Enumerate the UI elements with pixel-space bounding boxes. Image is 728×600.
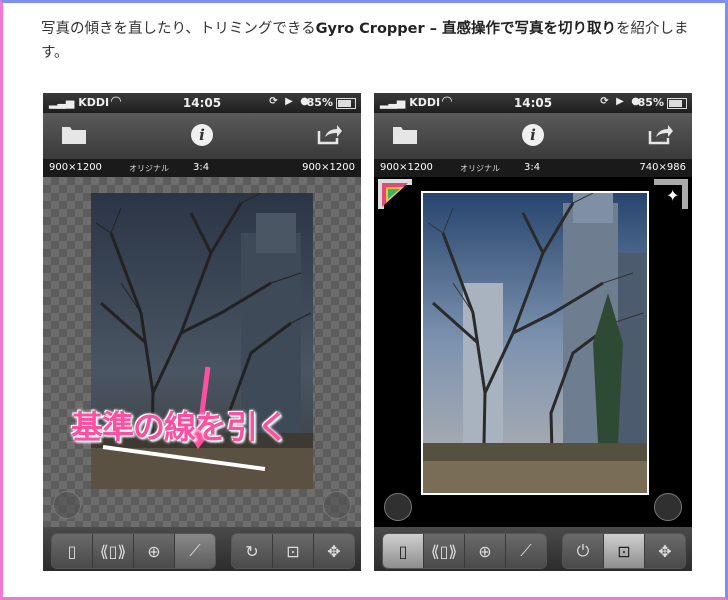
battery-percent: 85% bbox=[637, 96, 664, 109]
app-name[interactable]: Gyro Cropper – 直感操作で写真を切り取り bbox=[316, 21, 616, 37]
move-icon[interactable]: ✥ bbox=[314, 534, 354, 568]
tool-group-left: ▯ ⟪▯⟫ ⊕ ⟋ bbox=[382, 533, 547, 569]
info-bar: 900×1200 オリジナル 3:4 740×986 bbox=[374, 159, 692, 177]
gyro-icon[interactable]: ⊕ bbox=[465, 534, 506, 568]
folder-icon[interactable] bbox=[61, 123, 87, 147]
output-size: 740×986 bbox=[639, 162, 686, 173]
crop-icon[interactable]: ⊡ bbox=[604, 534, 645, 568]
bottom-toolbar: ▯ ⟪▯⟫ ⊕ ⟋ ⏻ ⊡ ✥ bbox=[374, 527, 692, 571]
edit-canvas[interactable]: 基準の線を引く bbox=[43, 177, 361, 527]
portrait-icon[interactable]: ▯ bbox=[383, 534, 424, 568]
move-icon[interactable]: ✥ bbox=[645, 534, 685, 568]
share-icon[interactable] bbox=[317, 123, 343, 147]
edit-canvas[interactable]: ✦ bbox=[374, 177, 692, 527]
sparkle-corner-icon[interactable]: ✦ bbox=[654, 179, 688, 209]
battery-icon bbox=[667, 98, 687, 109]
landscape-toggle-button[interactable] bbox=[654, 493, 682, 521]
phone-screenshot-right: ▂▃▅ KDDI ◠ 14:05 ⟳ ▶ ● 85% i 900×1200 オリ… bbox=[374, 93, 692, 571]
info-icon[interactable]: i bbox=[520, 123, 546, 147]
rotate-device-icon[interactable]: ⟪▯⟫ bbox=[93, 534, 134, 568]
intro-prefix: 写真の傾きを直したり、トリミングできる bbox=[41, 21, 316, 37]
overlay-caption: 基準の線を引く bbox=[71, 408, 289, 446]
portrait-toggle-button[interactable] bbox=[53, 491, 81, 519]
output-size: 900×1200 bbox=[302, 162, 355, 173]
gyro-icon[interactable]: ⊕ bbox=[134, 534, 175, 568]
aspect-ratio: 3:4 bbox=[524, 162, 541, 173]
info-icon[interactable]: i bbox=[189, 123, 215, 147]
tool-group-left: ▯ ⟪▯⟫ ⊕ ⟋ bbox=[51, 533, 216, 569]
filter-corner-icon[interactable] bbox=[378, 179, 412, 209]
line-icon[interactable]: ⟋ bbox=[175, 534, 215, 568]
photo-preview[interactable] bbox=[421, 191, 649, 495]
portrait-toggle-button[interactable] bbox=[384, 493, 412, 521]
intro-text: 写真の傾きを直したり、トリミングできるGyro Cropper – 直感操作で写… bbox=[41, 17, 701, 65]
status-bar: ▂▃▅ KDDI ◠ 14:05 ⟳ ▶ ● 85% bbox=[374, 93, 692, 113]
original-size: 900×1200 bbox=[380, 162, 433, 173]
battery-percent: 85% bbox=[306, 96, 333, 109]
folder-icon[interactable] bbox=[392, 123, 418, 147]
power-icon[interactable]: ⏻ bbox=[563, 534, 604, 568]
tool-group-right: ↻ ⊡ ✥ bbox=[231, 533, 355, 569]
svg-text:✦: ✦ bbox=[666, 186, 679, 205]
top-toolbar: i bbox=[43, 113, 361, 159]
article-frame: 写真の傾きを直したり、トリミングできるGyro Cropper – 直感操作で写… bbox=[0, 0, 728, 600]
phone-screenshot-left: ▂▃▅ KDDI ◠ 14:05 ⟳ ▶ ● 85% i 900×1200 オリ… bbox=[43, 93, 361, 571]
tool-group-right: ⏻ ⊡ ✥ bbox=[562, 533, 686, 569]
crop-icon[interactable]: ⊡ bbox=[273, 534, 314, 568]
status-icons: ⟳ ▶ ● bbox=[600, 96, 642, 107]
battery-icon bbox=[336, 98, 356, 109]
status-bar: ▂▃▅ KDDI ◠ 14:05 ⟳ ▶ ● 85% bbox=[43, 93, 361, 113]
original-size: 900×1200 bbox=[49, 162, 102, 173]
top-toolbar: i bbox=[374, 113, 692, 159]
guide-line bbox=[102, 366, 266, 471]
line-icon[interactable]: ⟋ bbox=[506, 534, 546, 568]
rotate-icon[interactable]: ↻ bbox=[232, 534, 273, 568]
mode-label: オリジナル bbox=[460, 164, 500, 173]
bottom-toolbar: ▯ ⟪▯⟫ ⊕ ⟋ ↻ ⊡ ✥ bbox=[43, 527, 361, 571]
aspect-ratio: 3:4 bbox=[193, 162, 210, 173]
status-icons: ⟳ ▶ ● bbox=[269, 96, 311, 107]
info-bar: 900×1200 オリジナル 3:4 900×1200 bbox=[43, 159, 361, 177]
rotate-device-icon[interactable]: ⟪▯⟫ bbox=[424, 534, 465, 568]
portrait-icon[interactable]: ▯ bbox=[52, 534, 93, 568]
landscape-toggle-button[interactable] bbox=[323, 491, 351, 519]
mode-label: オリジナル bbox=[129, 164, 169, 173]
share-icon[interactable] bbox=[648, 123, 674, 147]
